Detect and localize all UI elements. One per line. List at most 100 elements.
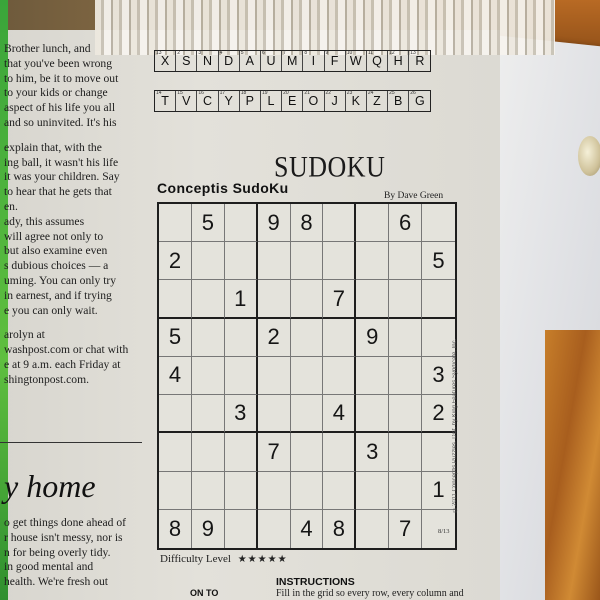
- sudoku-cell: 4: [323, 395, 357, 434]
- sudoku-cell: [389, 395, 423, 434]
- sudoku-cell: [224, 433, 258, 472]
- cryptogram-letter: H: [393, 54, 403, 68]
- sudoku-cell: [356, 204, 390, 243]
- advice-column-text: Brother lunch, and that you've been wrong…: [4, 42, 149, 388]
- cryptogram-letter: D: [224, 54, 234, 68]
- cryptogram-letter: B: [393, 94, 403, 108]
- cryptogram-cell: 4D: [219, 50, 240, 71]
- sudoku-cell: [191, 433, 225, 472]
- sudoku-title: SUDOKU: [274, 150, 386, 184]
- cryptogram-letter: R: [415, 54, 425, 68]
- cryptogram-cell: 26 G: [409, 90, 430, 111]
- cryptogram-cell: 20 E: [282, 90, 304, 111]
- cryptogram-letter: C: [202, 94, 212, 108]
- sudoku-cell: [389, 280, 423, 319]
- cryptogram-letter: V: [182, 94, 191, 108]
- cryptogram-number: 20: [283, 90, 289, 96]
- cryptogram-letter: Q: [372, 54, 382, 68]
- cryptogram-key-row-1: 13 X 2 S 3 N 4 D 5 A 6 U 7 M 8 I 9 F 10 W 11 Q 12 H 13 R: [154, 50, 432, 72]
- cryptogram-letter: T: [161, 94, 169, 108]
- sudoku-cell: [257, 356, 291, 396]
- sudoku-cell: 1: [224, 280, 258, 319]
- sudoku-cell: [422, 204, 455, 243]
- column-text-line: to him, be it to move out: [4, 71, 119, 85]
- sudoku-cell: 5: [191, 204, 225, 243]
- cryptogram-number: 24: [367, 90, 374, 96]
- column-text-line: arolyn at: [4, 328, 45, 342]
- column-text-line: s dubious choices — a: [4, 259, 109, 273]
- cryptogram-cell: 14 T: [155, 90, 177, 111]
- sudoku-cell: [225, 509, 258, 548]
- sudoku-cell: [191, 318, 225, 357]
- sudoku-cell: [389, 356, 423, 396]
- sudoku-cell: [224, 471, 258, 510]
- column-text-line: and so uninvited. It's his: [4, 115, 117, 129]
- sudoku-cell: [389, 318, 423, 357]
- sudoku-cell: [159, 471, 192, 510]
- cryptogram-cell: 22 J: [325, 90, 346, 111]
- column-text-line: will agree not only to: [4, 229, 104, 243]
- sudoku-cell: [191, 242, 225, 281]
- sudoku-cell: [323, 356, 357, 396]
- sudoku-cell: [224, 242, 258, 281]
- sudoku-cell: 2: [422, 395, 455, 434]
- cryptogram-letter: G: [414, 94, 425, 108]
- cryptogram-number: 7: [283, 50, 286, 56]
- cryptogram-letter: A: [245, 54, 255, 68]
- cryptogram-letter: M: [287, 54, 298, 68]
- cryptogram-cell: 21 O: [303, 90, 325, 111]
- cryptogram-number: 14: [156, 90, 162, 96]
- cryptogram-number: 13: [410, 50, 416, 56]
- cryptogram-number: 23: [346, 90, 353, 96]
- sudoku-cell: [290, 471, 324, 510]
- cryptogram-number: 17: [219, 90, 226, 96]
- cryptogram-cell: 9F: [325, 50, 346, 71]
- sudoku-cell: 6: [389, 204, 423, 243]
- column-text-line: ady, this assumes: [4, 214, 85, 228]
- sudoku-cell: [422, 280, 455, 319]
- sudoku-cell: [159, 204, 192, 243]
- cryptogram-cell: 19 L: [261, 90, 283, 111]
- sudoku-cell: [224, 356, 258, 396]
- instructions-text: Fill in the grid so every row, every col…: [276, 588, 464, 599]
- column-text-line: e you can only wait.: [4, 303, 98, 317]
- cryptogram-letter: W: [349, 54, 362, 68]
- cryptogram-cell: 23 K: [346, 90, 367, 111]
- photo-scene: Brother lunch, and that you've been wrong…: [0, 0, 600, 600]
- cryptogram-letter: Y: [224, 94, 233, 108]
- sudoku-cell: [257, 242, 291, 281]
- sudoku-cell: [323, 204, 357, 243]
- column-text-line: in earnest, and if trying: [4, 288, 112, 302]
- sudoku-cell: 2: [257, 318, 291, 357]
- sudoku-cell: 7: [257, 433, 291, 472]
- sudoku-grid: 598625175294334273189487: [157, 202, 457, 550]
- cryptogram-letter: F: [330, 54, 339, 68]
- cryptogram-cell: 3N: [197, 50, 219, 71]
- cryptogram-letter: K: [351, 94, 360, 108]
- sudoku-cell: 3: [422, 357, 455, 396]
- sudoku-cell: 3: [224, 395, 258, 434]
- sudoku-cell: 5: [159, 318, 192, 357]
- sudoku-cell: [258, 509, 291, 548]
- sudoku-cell: [290, 356, 324, 396]
- cryptogram-cell: 12 H: [388, 50, 410, 71]
- sudoku-cell: [323, 471, 357, 510]
- cryptogram-number: 6: [261, 50, 265, 56]
- cryptogram-number: 8: [304, 50, 308, 56]
- column-text-line: to your kids or change: [4, 86, 108, 100]
- cryptogram-letter: X: [160, 54, 170, 68]
- cryptogram-number: 2: [177, 50, 180, 56]
- sudoku-cell: [356, 471, 390, 510]
- cryptogram-letter: E: [288, 94, 297, 108]
- cryptogram-letter: N: [202, 54, 212, 68]
- sudoku-cell: 3: [356, 433, 390, 472]
- sudoku-cell: [290, 242, 324, 281]
- cryptogram-number: 22: [325, 90, 332, 96]
- sudoku-cell: [422, 319, 455, 357]
- column-text-line: ing ball, it wasn't his life: [4, 155, 119, 169]
- sudoku-cell: 7: [389, 509, 423, 548]
- sudoku-cell: [290, 433, 324, 472]
- sudoku-cell: 8: [159, 509, 192, 548]
- cryptogram-key-row-2: 14 T 15 V 16 C 17 Y 18 P 19 L 20 E 21 O 22 J 23 K 24 Z 25 B 26 G: [154, 90, 432, 112]
- column-text-line: washpost.com or chat with: [4, 343, 129, 357]
